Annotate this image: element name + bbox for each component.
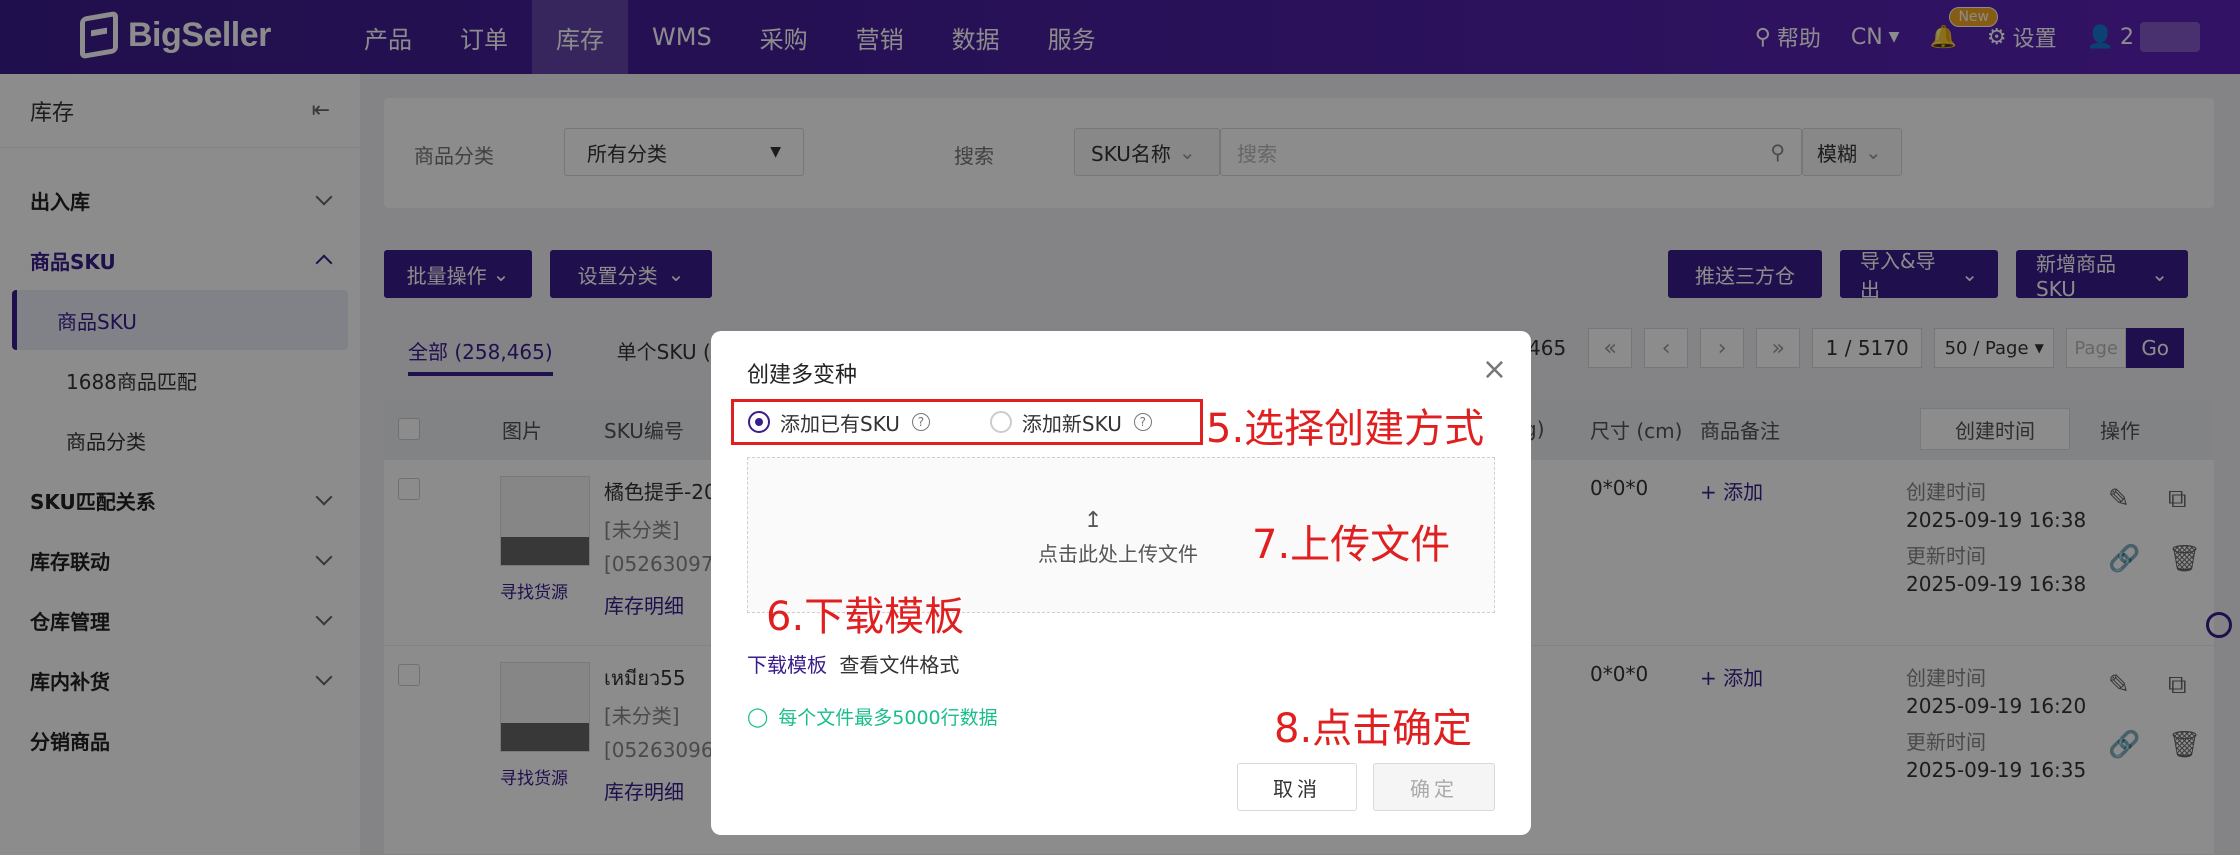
annotation-step-5: 5.选择创建方式 bbox=[1206, 406, 1485, 452]
radio-new-label: 添加新SKU bbox=[1021, 411, 1122, 436]
template-links: 下载模板 查看文件格式 bbox=[747, 649, 959, 678]
download-template-link[interactable]: 下载模板 bbox=[747, 653, 827, 677]
radio-add-new-sku[interactable]: 添加新SKU ? bbox=[989, 408, 1152, 437]
annotation-step-6: 6.下载模板 bbox=[766, 594, 965, 640]
row-limit-text: 每个文件最多5000行数据 bbox=[778, 707, 998, 729]
lightbulb-icon: ◯ bbox=[747, 705, 769, 728]
help-question-icon[interactable]: ? bbox=[1133, 413, 1152, 431]
upload-text: 点击此处上传文件 bbox=[1038, 542, 1198, 566]
upload-icon: ↥ bbox=[1084, 508, 1103, 533]
view-format-link[interactable]: 查看文件格式 bbox=[839, 653, 959, 677]
radio-dot bbox=[989, 411, 1012, 433]
cancel-button[interactable]: 取消 bbox=[1237, 763, 1357, 811]
row-limit-tip: ◯ 每个文件最多5000行数据 bbox=[747, 703, 998, 730]
radio-add-existing-sku[interactable]: 添加已有SKU ? bbox=[748, 408, 930, 437]
close-icon[interactable]: × bbox=[1482, 355, 1507, 385]
confirm-button[interactable]: 确定 bbox=[1373, 763, 1495, 811]
radio-existing-label: 添加已有SKU bbox=[780, 411, 900, 436]
annotation-step-8: 8.点击确定 bbox=[1274, 706, 1473, 752]
radio-dot-selected bbox=[748, 411, 770, 433]
annotation-step-7: 7.上传文件 bbox=[1252, 522, 1451, 568]
dialog-title: 创建多变种 bbox=[747, 363, 858, 388]
help-question-icon[interactable]: ? bbox=[911, 413, 930, 431]
creation-method-radio-group: 添加已有SKU ? 添加新SKU ? bbox=[731, 399, 1203, 445]
